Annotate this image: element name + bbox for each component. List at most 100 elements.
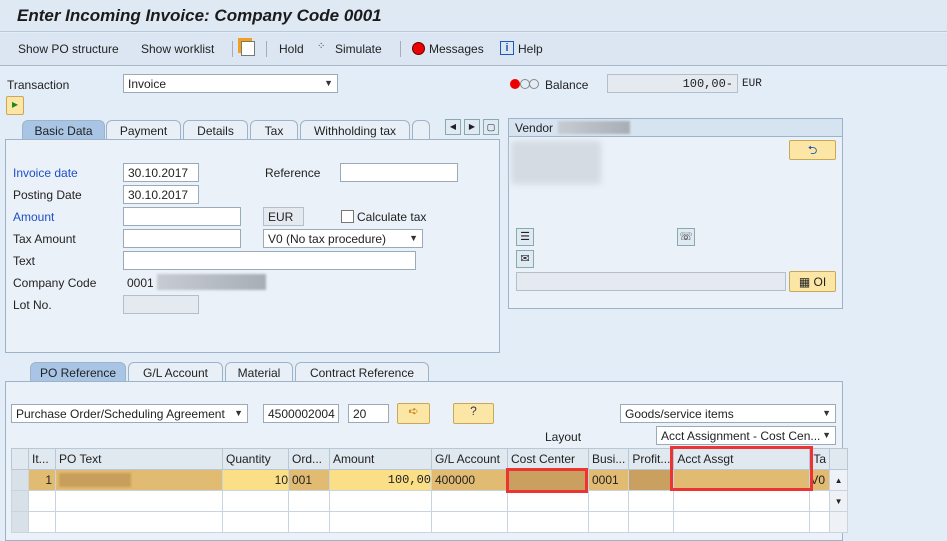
open-items-button[interactable]: ▦ OI (789, 271, 836, 292)
invoice-date-input[interactable]: 30.10.2017 (123, 163, 199, 182)
column-header[interactable]: Cost Center (507, 448, 589, 470)
amount-cell[interactable]: 100,00 (329, 469, 432, 491)
cell[interactable] (628, 490, 675, 512)
cell[interactable] (628, 511, 675, 533)
text-input[interactable] (123, 251, 416, 270)
tab-withholding-tax[interactable]: Withholding tax (300, 120, 410, 139)
help-button[interactable]: Help (518, 42, 543, 56)
cell[interactable] (809, 490, 831, 512)
calculate-tax-checkbox[interactable] (341, 210, 354, 223)
separator (232, 41, 233, 57)
tab-payment[interactable]: Payment (106, 120, 181, 139)
scrollbar-track[interactable] (829, 511, 849, 533)
cell[interactable] (431, 490, 508, 512)
tab-scroll-left-icon[interactable]: ◀ (445, 119, 461, 135)
table-row[interactable] (11, 511, 849, 533)
cell[interactable] (431, 511, 508, 533)
tab-scroll-right-icon[interactable]: ▶ (464, 119, 480, 135)
expand-header-icon[interactable]: ▸ (6, 96, 24, 115)
column-header[interactable]: Amount (329, 448, 432, 470)
cell[interactable] (809, 511, 831, 533)
cell[interactable] (222, 511, 289, 533)
column-header[interactable]: It... (28, 448, 56, 470)
column-header[interactable]: Ord... (288, 448, 330, 470)
scroll-up-icon[interactable]: ▲ (829, 469, 849, 491)
row-selector[interactable] (11, 469, 29, 491)
show-po-structure-button[interactable]: Show PO structure (18, 42, 119, 56)
tab-contract-reference[interactable]: Contract Reference (295, 362, 429, 381)
tab-basic-data[interactable]: Basic Data (22, 120, 105, 139)
cell[interactable] (55, 490, 223, 512)
column-header[interactable]: Busi... (587, 448, 630, 470)
cell[interactable] (28, 511, 56, 533)
quantity-cell[interactable]: 10 (222, 469, 289, 491)
currency-field[interactable]: EUR (263, 207, 304, 226)
gl-account-cell[interactable]: 400000 (431, 469, 508, 491)
document-type-select[interactable]: Purchase Order/Scheduling Agreement (11, 404, 248, 423)
messages-button[interactable]: Messages (429, 42, 484, 56)
transaction-label: Transaction (7, 78, 70, 92)
vendor-detail-button[interactable]: ⮌ (789, 140, 836, 160)
vendor-document-icon[interactable]: ✉ (516, 250, 534, 268)
cell[interactable] (587, 490, 630, 512)
copy-icon[interactable] (241, 41, 255, 56)
po-item-input[interactable]: 20 (348, 404, 389, 423)
phone-icon[interactable]: ☏ (677, 228, 695, 246)
simulate-button[interactable]: Simulate (335, 42, 382, 56)
row-selector[interactable] (11, 511, 29, 533)
vendor-bank-field (516, 272, 786, 291)
tax-code-select[interactable]: V0 (No tax procedure) (263, 229, 423, 248)
cell[interactable] (28, 490, 56, 512)
tab-gl-account[interactable]: G/L Account (128, 362, 223, 381)
cell[interactable] (673, 490, 811, 512)
tab-more[interactable] (412, 120, 430, 139)
table-row[interactable]: ▼ (11, 490, 849, 512)
tax-amount-label: Tax Amount (13, 232, 76, 246)
tab-tax[interactable]: Tax (250, 120, 298, 139)
hold-button[interactable]: Hold (279, 42, 304, 56)
cell[interactable] (288, 511, 330, 533)
tax-amount-input[interactable] (123, 229, 241, 248)
lot-input[interactable] (123, 295, 199, 314)
column-header[interactable]: Quantity (222, 448, 289, 470)
cell[interactable] (55, 511, 223, 533)
order-unit-cell[interactable]: 001 (288, 469, 330, 491)
tab-list-icon[interactable]: ▢ (483, 119, 499, 135)
cell[interactable] (222, 490, 289, 512)
row-selector[interactable] (11, 490, 29, 512)
posting-date-input[interactable]: 30.10.2017 (123, 185, 199, 204)
simulate-icon: ⁘ (317, 41, 326, 52)
po-number-input[interactable]: 4500002004 (263, 404, 339, 423)
tab-details[interactable]: Details (183, 120, 248, 139)
column-header[interactable]: PO Text (55, 448, 223, 470)
tab-material[interactable]: Material (225, 362, 293, 381)
page-title: Enter Incoming Invoice: Company Code 000… (17, 6, 382, 25)
title-bar: Enter Incoming Invoice: Company Code 000… (0, 0, 947, 32)
amount-input[interactable] (123, 207, 241, 226)
column-header[interactable]: G/L Account (431, 448, 508, 470)
reference-input[interactable] (340, 163, 458, 182)
cell[interactable] (329, 511, 432, 533)
balance-field: 100,00- (607, 74, 738, 93)
cell[interactable] (673, 511, 811, 533)
cell[interactable] (288, 490, 330, 512)
cell[interactable] (507, 490, 589, 512)
cell[interactable] (329, 490, 432, 512)
show-worklist-button[interactable]: Show worklist (141, 42, 214, 56)
po-text-cell[interactable] (55, 469, 223, 491)
vendor-list-icon[interactable]: ☰ (516, 228, 534, 246)
table-settings-icon[interactable] (829, 448, 849, 470)
cell[interactable] (507, 511, 589, 533)
tab-po-reference[interactable]: PO Reference (30, 362, 126, 381)
layout-select[interactable]: Acct Assignment - Cost Cen... (656, 426, 836, 445)
search-po-button[interactable]: ? (453, 403, 494, 424)
transaction-select[interactable]: Invoice (123, 74, 338, 93)
item-type-select[interactable]: Goods/service items (620, 404, 836, 423)
business-area-cell[interactable]: 0001 (587, 469, 630, 491)
profit-center-cell[interactable] (628, 469, 675, 491)
cell[interactable] (587, 511, 630, 533)
column-header[interactable]: Profit... (628, 448, 675, 470)
row-selector-header[interactable] (11, 448, 29, 470)
scroll-down-icon[interactable]: ▼ (829, 490, 849, 512)
transfer-po-button[interactable]: ➪ (397, 403, 430, 424)
